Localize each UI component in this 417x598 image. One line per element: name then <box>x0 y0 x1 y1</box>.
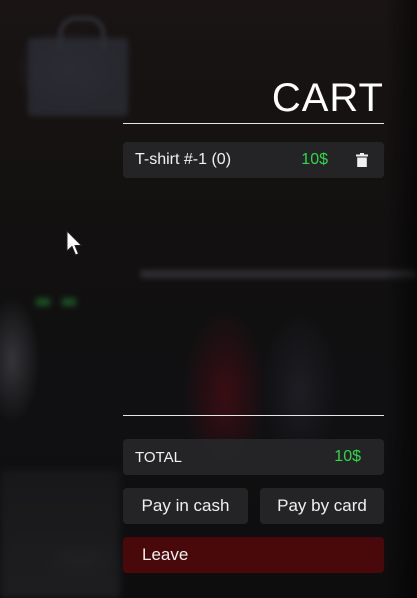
cart-panel: CART T-shirt #-1 (0) 10$ TOTAL 10$ Pay i… <box>123 0 384 598</box>
background-light <box>62 298 76 306</box>
background-light <box>36 298 50 306</box>
total-value: 10$ <box>334 448 361 465</box>
top-divider <box>123 123 384 124</box>
cart-item-price: 10$ <box>301 151 328 168</box>
total-row: TOTAL 10$ <box>123 439 384 475</box>
background-shelf <box>0 470 120 598</box>
mouse-cursor-icon <box>66 230 83 256</box>
background-bag <box>28 38 128 116</box>
cart-item-row: T-shirt #-1 (0) 10$ <box>123 142 384 178</box>
cart-title: CART <box>271 76 384 120</box>
remove-item-button[interactable] <box>352 150 372 170</box>
game-scene: CART T-shirt #-1 (0) 10$ TOTAL 10$ Pay i… <box>0 0 417 598</box>
background-shade <box>385 0 417 598</box>
pay-by-card-button[interactable]: Pay by card <box>260 488 384 524</box>
cart-item-name: T-shirt #-1 (0) <box>135 151 232 168</box>
pay-in-cash-button[interactable]: Pay in cash <box>123 488 248 524</box>
total-label: TOTAL <box>135 448 182 466</box>
trash-icon <box>356 153 368 167</box>
leave-button[interactable]: Leave <box>123 537 384 573</box>
bottom-divider <box>123 415 384 416</box>
